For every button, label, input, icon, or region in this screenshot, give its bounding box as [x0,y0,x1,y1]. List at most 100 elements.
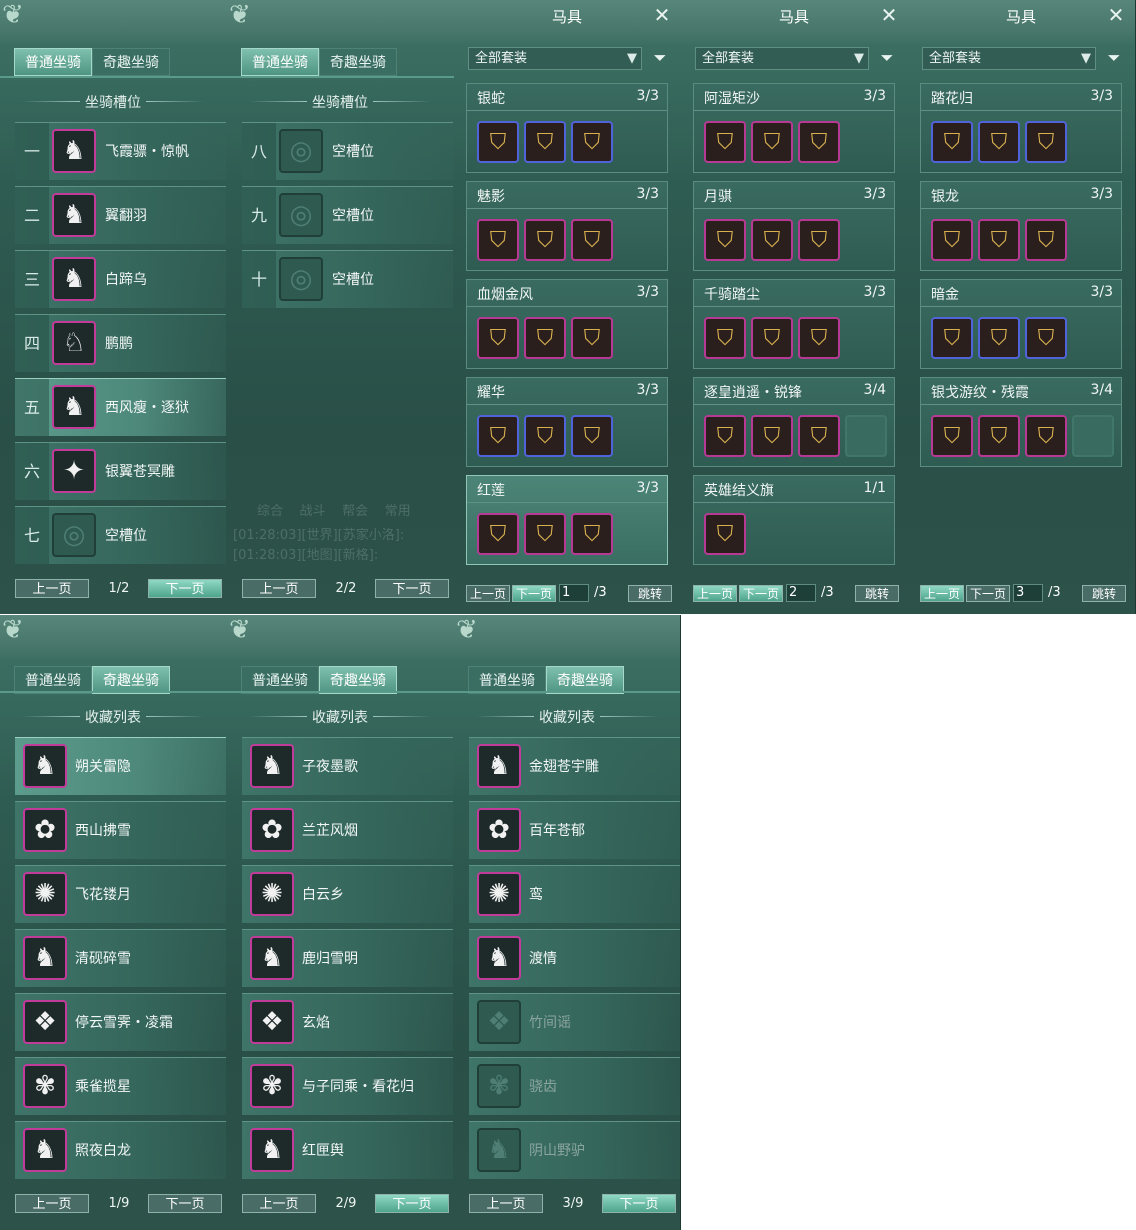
next-page-button[interactable]: 下一页 [512,585,556,602]
saddle-icon[interactable]: ⛉ [1025,121,1067,163]
saddle-icon[interactable]: ⛉ [978,219,1020,261]
collection-item[interactable]: ✺ 白云乡 [242,865,453,923]
next-page-button[interactable]: 下一页 [966,585,1010,602]
tab-normal-mounts[interactable]: 普通坐骑 [241,48,319,76]
gear-set-card[interactable]: 银龙 3/3 ⛉ ⛉ ⛉ [920,181,1122,271]
saddle-icon[interactable]: ⛉ [571,121,613,163]
collection-item[interactable]: ✿ 百年苍郁 [469,801,680,859]
collection-item[interactable]: ♞ 朔关雷隐 [15,737,226,795]
slot-row[interactable]: 五 ♞ 西风瘦・逐狱 [15,378,226,436]
saddle-icon[interactable]: ⛉ [477,121,519,163]
saddle-icon[interactable]: ⛉ [751,121,793,163]
tab-fun-mounts[interactable]: 奇趣坐骑 [546,666,624,694]
next-page-button[interactable]: 下一页 [148,1194,222,1213]
saddle-icon[interactable]: ⛉ [571,415,613,457]
prev-page-button[interactable]: 上一页 [693,585,737,602]
saddle-icon[interactable]: ⛉ [704,415,746,457]
prev-page-button[interactable]: 上一页 [242,579,316,598]
page-number-input[interactable]: 2 [786,584,816,602]
slot-row[interactable]: 十 ◎ 空槽位 [242,250,453,308]
prev-page-button[interactable]: 上一页 [920,585,964,602]
gear-set-card[interactable]: 踏花归 3/3 ⛉ ⛉ ⛉ [920,83,1122,173]
slot-row[interactable]: 一 ♞ 飞霞骠・惊帆 [15,122,226,180]
saddle-icon[interactable]: ⛉ [571,513,613,555]
saddle-icon[interactable]: ⛉ [524,121,566,163]
tab-normal-mounts[interactable]: 普通坐骑 [14,48,92,76]
slot-row[interactable]: 九 ◎ 空槽位 [242,186,453,244]
close-icon[interactable]: ✕ [878,4,900,26]
filter-icon[interactable]: ⏷ [650,47,670,69]
saddle-icon[interactable]: ⛉ [1025,219,1067,261]
collection-item[interactable]: ✾ 骁齿 [469,1057,680,1115]
collection-item[interactable]: ❖ 停云雪霁・凌霜 [15,993,226,1051]
saddle-icon[interactable]: ⛉ [524,219,566,261]
saddle-icon[interactable]: ⛉ [704,219,746,261]
saddle-icon[interactable]: ⛉ [751,415,793,457]
set-filter-dropdown[interactable]: 全部套装 ▼ [922,47,1096,70]
gear-set-card[interactable]: 英雄结义旗 1/1 ⛉ [693,475,895,565]
collection-item[interactable]: ✾ 乘雀揽星 [15,1057,226,1115]
filter-icon[interactable]: ⏷ [1104,47,1124,69]
slot-row[interactable]: 四 ♘ 鹏鹏 [15,314,226,372]
collection-item[interactable]: ♞ 鹿归雪明 [242,929,453,987]
jump-button[interactable]: 跳转 [855,585,899,602]
gear-set-card[interactable]: 血烟金风 3/3 ⛉ ⛉ ⛉ [466,279,668,369]
collection-item[interactable]: ♞ 红匣舆 [242,1121,453,1179]
saddle-icon[interactable]: ⛉ [798,317,840,359]
collection-item[interactable]: ♞ 渡情 [469,929,680,987]
set-filter-dropdown[interactable]: 全部套装 ▼ [468,47,642,70]
tab-normal-mounts[interactable]: 普通坐骑 [14,666,92,694]
page-number-input[interactable]: 3 [1013,584,1043,602]
saddle-icon[interactable]: ⛉ [477,219,519,261]
gear-set-card[interactable]: 耀华 3/3 ⛉ ⛉ ⛉ [466,377,668,467]
next-page-button[interactable]: 下一页 [375,579,449,598]
set-filter-dropdown[interactable]: 全部套装 ▼ [695,47,869,70]
collection-item[interactable]: ♞ 清砚碎雪 [15,929,226,987]
collection-item[interactable]: ✿ 兰芷风烟 [242,801,453,859]
next-page-button[interactable]: 下一页 [739,585,783,602]
prev-page-button[interactable]: 上一页 [15,579,89,598]
tab-fun-mounts[interactable]: 奇趣坐骑 [92,48,170,76]
saddle-icon[interactable]: ⛉ [524,513,566,555]
saddle-icon[interactable]: ⛉ [978,121,1020,163]
slot-row[interactable]: 六 ✦ 银翼苍冥雕 [15,442,226,500]
saddle-icon[interactable]: ⛉ [524,317,566,359]
saddle-icon[interactable]: ⛉ [524,415,566,457]
saddle-icon[interactable]: ⛉ [1025,317,1067,359]
close-icon[interactable]: ✕ [1105,4,1127,26]
tab-fun-mounts[interactable]: 奇趣坐骑 [319,666,397,694]
saddle-icon[interactable]: ⛉ [571,317,613,359]
saddle-icon[interactable]: ⛉ [978,415,1020,457]
empty-gear-slot[interactable] [845,415,887,457]
saddle-icon[interactable]: ⛉ [704,121,746,163]
slot-row[interactable]: 二 ♞ 翼翻羽 [15,186,226,244]
next-page-button[interactable]: 下一页 [375,1194,449,1213]
saddle-icon[interactable]: ⛉ [931,317,973,359]
saddle-icon[interactable]: ⛉ [704,513,746,555]
filter-icon[interactable]: ⏷ [877,47,897,69]
collection-item[interactable]: ✾ 与子同乘・看花归 [242,1057,453,1115]
jump-button[interactable]: 跳转 [1082,585,1126,602]
saddle-icon[interactable]: ⛉ [477,317,519,359]
prev-page-button[interactable]: 上一页 [15,1194,89,1213]
saddle-icon[interactable]: ⛉ [931,121,973,163]
saddle-icon[interactable]: ⛉ [571,219,613,261]
collection-item[interactable]: ❖ 玄焰 [242,993,453,1051]
empty-gear-slot[interactable] [1072,415,1114,457]
next-page-button[interactable]: 下一页 [148,579,222,598]
tab-normal-mounts[interactable]: 普通坐骑 [468,666,546,694]
saddle-icon[interactable]: ⛉ [798,219,840,261]
next-page-button[interactable]: 下一页 [602,1194,676,1213]
tab-fun-mounts[interactable]: 奇趣坐骑 [319,48,397,76]
gear-set-card[interactable]: 逐皇逍遥・锐锋 3/4 ⛉ ⛉ ⛉ [693,377,895,467]
saddle-icon[interactable]: ⛉ [751,317,793,359]
slot-row[interactable]: 七 ◎ 空槽位 [15,506,226,564]
saddle-icon[interactable]: ⛉ [978,317,1020,359]
gear-set-card[interactable]: 银蛇 3/3 ⛉ ⛉ ⛉ [466,83,668,173]
collection-item[interactable]: ✺ 鸾 [469,865,680,923]
saddle-icon[interactable]: ⛉ [477,513,519,555]
saddle-icon[interactable]: ⛉ [931,415,973,457]
close-icon[interactable]: ✕ [651,4,673,26]
jump-button[interactable]: 跳转 [628,585,672,602]
prev-page-button[interactable]: 上一页 [242,1194,316,1213]
